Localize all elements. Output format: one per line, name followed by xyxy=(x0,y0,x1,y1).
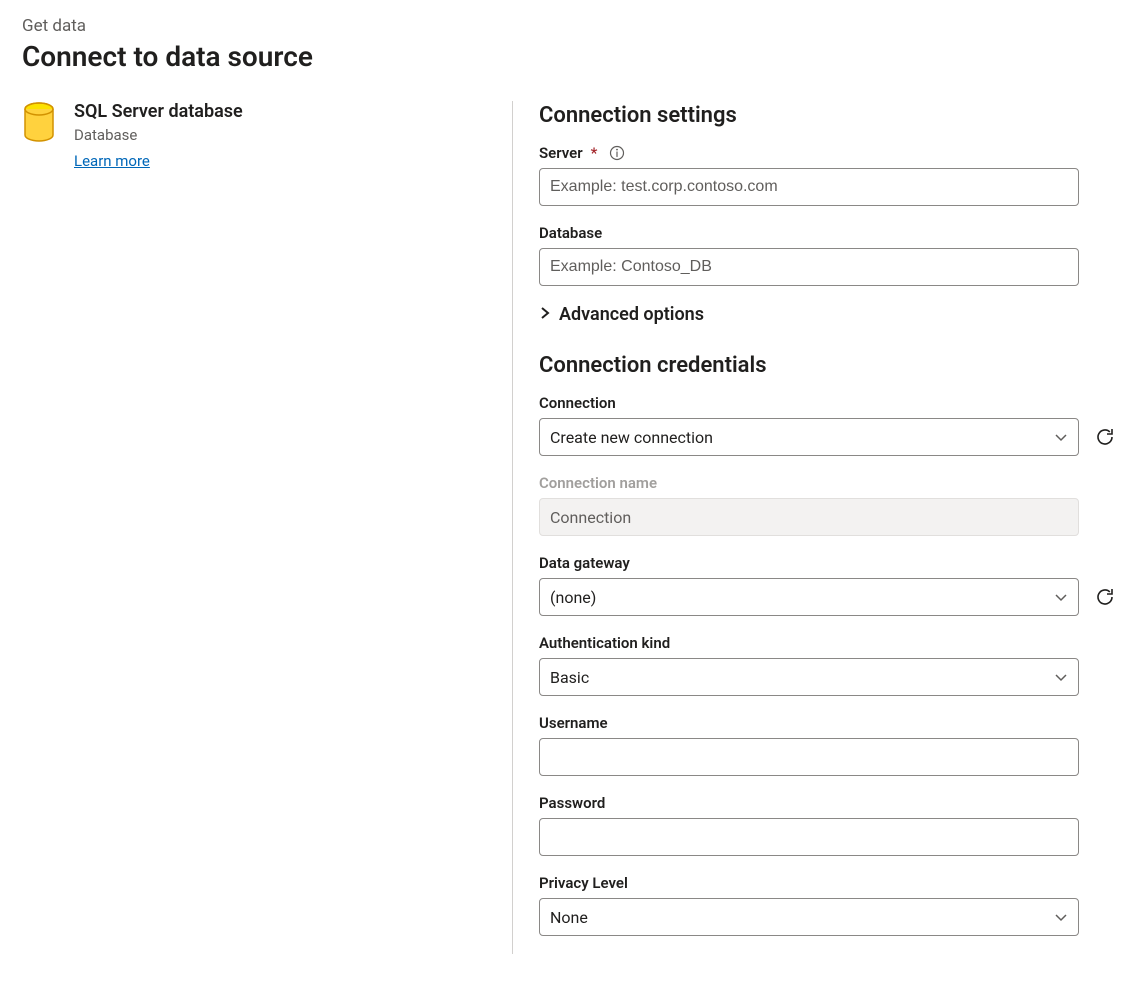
database-label: Database xyxy=(539,224,1117,242)
connection-settings-heading: Connection settings xyxy=(539,103,1117,128)
password-input[interactable] xyxy=(539,818,1079,856)
username-input[interactable] xyxy=(539,738,1079,776)
refresh-gateway-button[interactable] xyxy=(1093,585,1117,609)
source-type: Database xyxy=(74,126,243,144)
connection-name-input: Connection xyxy=(539,498,1079,536)
connection-name-label: Connection name xyxy=(539,474,1117,492)
breadcrumb: Get data xyxy=(22,16,1116,36)
privacy-level-select[interactable]: None xyxy=(539,898,1079,936)
server-label: Server* xyxy=(539,144,1117,162)
chevron-right-icon xyxy=(539,304,551,325)
connection-label: Connection xyxy=(539,394,1117,412)
info-icon[interactable] xyxy=(609,145,625,161)
chevron-down-icon xyxy=(1054,428,1068,447)
connection-credentials-heading: Connection credentials xyxy=(539,353,1117,378)
page-title: Connect to data source xyxy=(22,40,1116,73)
username-label: Username xyxy=(539,714,1117,732)
connection-select[interactable]: Create new connection xyxy=(539,418,1079,456)
source-name: SQL Server database xyxy=(74,101,243,122)
authentication-kind-label: Authentication kind xyxy=(539,634,1117,652)
server-input[interactable] xyxy=(539,168,1079,206)
data-gateway-label: Data gateway xyxy=(539,554,1117,572)
authentication-kind-select[interactable]: Basic xyxy=(539,658,1079,696)
required-asterisk: * xyxy=(591,144,598,162)
database-icon xyxy=(22,101,56,145)
privacy-level-label: Privacy Level xyxy=(539,874,1117,892)
data-gateway-select[interactable]: (none) xyxy=(539,578,1079,616)
refresh-connection-button[interactable] xyxy=(1093,425,1117,449)
chevron-down-icon xyxy=(1054,668,1068,687)
advanced-options-toggle[interactable]: Advanced options xyxy=(539,304,1117,325)
database-input[interactable] xyxy=(539,248,1079,286)
password-label: Password xyxy=(539,794,1117,812)
learn-more-link[interactable]: Learn more xyxy=(74,152,150,170)
chevron-down-icon xyxy=(1054,908,1068,927)
chevron-down-icon xyxy=(1054,588,1068,607)
